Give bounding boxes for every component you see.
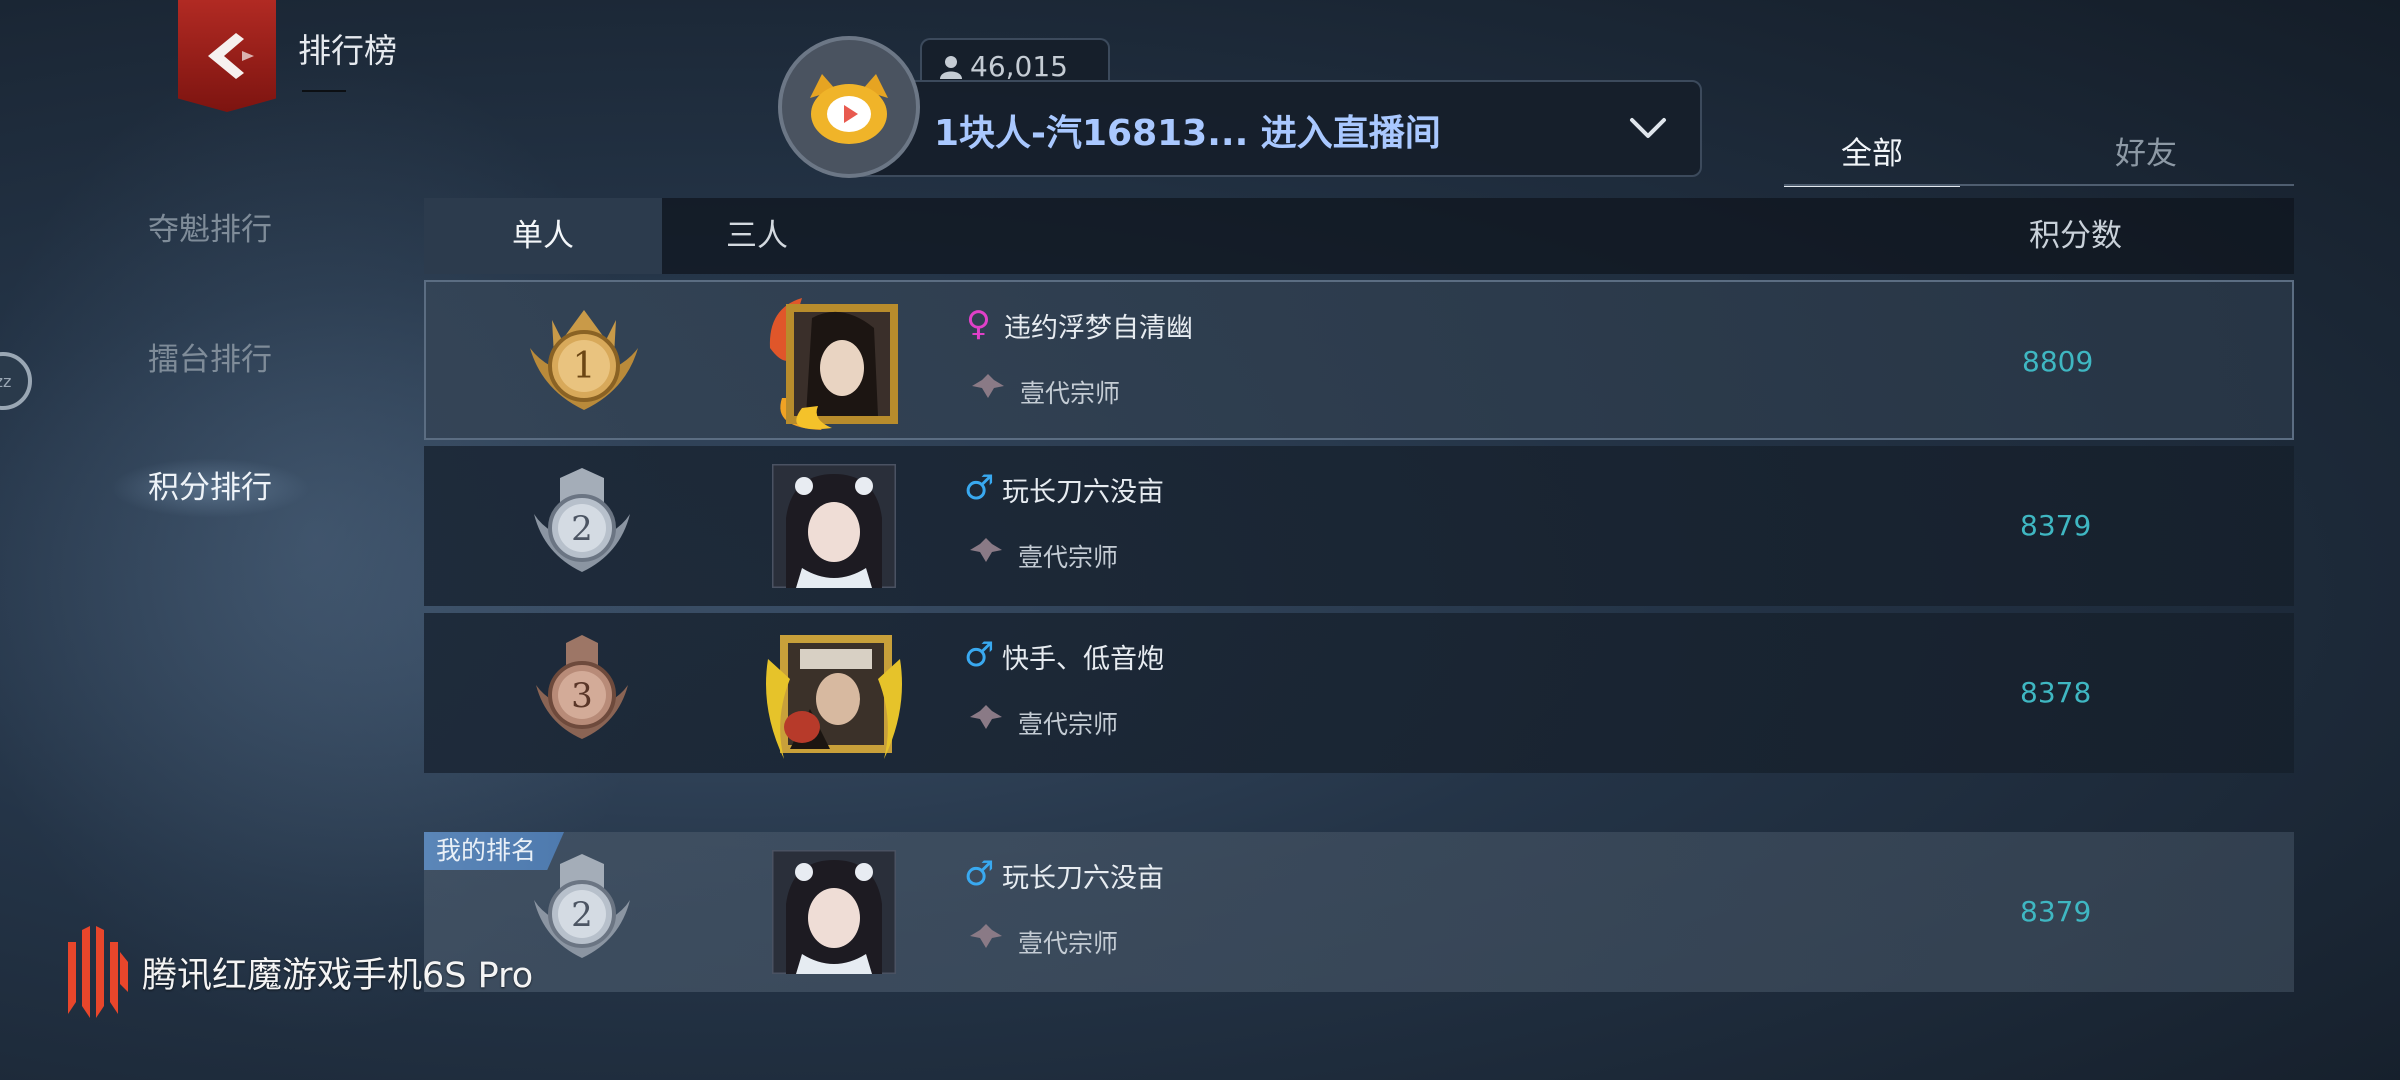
player-avatar[interactable] xyxy=(772,464,896,588)
page-title: 排行榜 xyxy=(298,31,397,70)
rank-title: 壹代宗师 xyxy=(1020,379,1121,408)
score-value: 8379 xyxy=(2020,895,2092,928)
viewer-count: 46,015 xyxy=(940,50,1068,83)
my-rank-row[interactable]: 我的排名 2 ♂ 玩长刀六没亩 壹代宗师 8379 xyxy=(424,832,2294,992)
mode-tab-trio[interactable]: 三人 xyxy=(662,198,852,274)
mode-tab-solo[interactable]: 单人 xyxy=(424,198,662,274)
score-column-header: 积分数 xyxy=(2029,218,2122,254)
side-item-points-rank[interactable]: 积分排行 xyxy=(110,458,310,518)
viewer-count-value: 46,015 xyxy=(970,50,1068,83)
silver-medal-icon: 2 xyxy=(534,854,630,958)
rank-title: 壹代宗师 xyxy=(1018,543,1119,572)
player-avatar[interactable] xyxy=(762,288,910,436)
person-icon xyxy=(940,55,962,79)
tab-all[interactable]: 全部 xyxy=(1784,130,1960,187)
player-avatar[interactable] xyxy=(772,850,896,974)
red-magic-logo-icon xyxy=(68,926,128,1018)
female-icon: ♀ xyxy=(966,304,991,344)
live-streamer-avatar[interactable] xyxy=(778,36,920,178)
player-name: 违约浮梦自清幽 xyxy=(1004,313,1193,344)
live-room-link[interactable]: 1块人-汽16813... 进入直播间 xyxy=(934,104,1441,156)
medal-rank-number: 3 xyxy=(571,676,593,716)
table-row[interactable]: 3 ♂ 快手、低音炮 壹代宗师 8378 xyxy=(424,613,2294,773)
bronze-medal-icon: 3 xyxy=(536,635,628,739)
male-icon: ♂ xyxy=(964,854,995,894)
player-name: 快手、低音炮 xyxy=(1002,644,1164,675)
rank-title: 壹代宗师 xyxy=(1018,710,1119,739)
side-item-champion-rank[interactable]: 夺魁排行 xyxy=(110,200,310,260)
device-watermark: 腾讯红魔游戏手机6S Pro xyxy=(64,922,533,1022)
table-row[interactable]: 2 ♂ 玩长刀六没亩 壹代宗师 8379 xyxy=(424,446,2294,606)
back-button[interactable] xyxy=(178,0,276,112)
rank-title: 壹代宗师 xyxy=(1018,929,1119,958)
silver-medal-icon: 2 xyxy=(534,468,630,572)
rank-title-icon xyxy=(970,924,1002,948)
rank-title-icon xyxy=(970,705,1002,729)
medal-rank-number: 2 xyxy=(571,895,593,935)
player-name: 玩长刀六没亩 xyxy=(1002,477,1164,508)
medal-rank-number: 2 xyxy=(571,509,593,549)
male-icon: ♂ xyxy=(964,635,995,675)
play-mascot-icon xyxy=(810,74,888,144)
back-arrow-icon xyxy=(208,33,254,79)
rank-title-icon xyxy=(972,374,1004,398)
male-icon: ♂ xyxy=(964,468,995,508)
tab-divider xyxy=(1784,184,2294,186)
chevron-down-icon[interactable] xyxy=(1628,112,1668,144)
tab-friends[interactable]: 好友 xyxy=(2058,130,2234,184)
gold-medal-icon: 1 xyxy=(530,310,638,410)
table-row[interactable]: 1 ♀ 违约浮梦自清幽 壹代宗师 8809 xyxy=(424,280,2294,440)
rank-title-icon xyxy=(970,538,1002,562)
score-value: 8809 xyxy=(2022,345,2094,378)
player-name: 玩长刀六没亩 xyxy=(1002,863,1164,894)
table-header: 单人 三人 积分数 xyxy=(424,198,2294,274)
side-item-arena-rank[interactable]: 擂台排行 xyxy=(110,330,310,390)
score-value: 8378 xyxy=(2020,676,2092,709)
watermark-text: 腾讯红魔游戏手机6S Pro xyxy=(142,955,534,996)
title-underline xyxy=(302,90,346,92)
score-value: 8379 xyxy=(2020,509,2092,542)
player-avatar[interactable] xyxy=(760,619,908,767)
medal-rank-number: 1 xyxy=(573,346,596,387)
